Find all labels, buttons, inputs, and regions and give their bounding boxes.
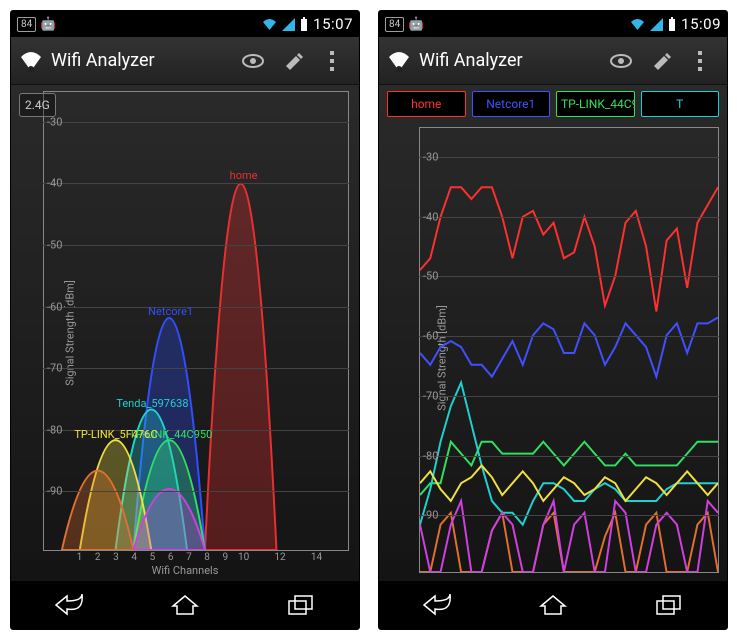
network-label: home [230, 169, 258, 182]
network-label: Tenda_597638 [116, 397, 188, 410]
status-clock: 15:09 [681, 15, 721, 33]
appbar: Wifi Analyzer [379, 37, 727, 85]
y-tick: -60 [47, 300, 62, 313]
y-tick: -70 [423, 389, 438, 402]
legend-item[interactable]: T [641, 91, 720, 117]
app-logo-icon [385, 47, 413, 75]
legend-item[interactable]: Netcore1 [472, 91, 551, 117]
battery-icon [668, 17, 676, 31]
x-tick: 9 [223, 552, 229, 563]
legend-row: homeNetcore1TP-LINK_44C950T [387, 91, 719, 117]
wifi-icon [630, 18, 645, 31]
app-title: Wifi Analyzer [419, 50, 523, 71]
x-tick: 8 [204, 552, 210, 563]
y-tick: -30 [423, 150, 438, 163]
battery-icon [300, 17, 308, 31]
y-tick: -40 [47, 177, 62, 190]
y-tick: -40 [423, 210, 438, 223]
x-tick: 7 [186, 552, 192, 563]
y-tick: -80 [47, 423, 62, 436]
network-label: Netcore1 [148, 305, 193, 318]
recent-apps-button[interactable] [629, 585, 709, 625]
x-tick: 12 [274, 552, 285, 563]
back-button[interactable] [29, 585, 109, 625]
battery-percent: 84 [385, 17, 404, 32]
chart-plot-area [419, 127, 719, 573]
chart-plot-area [43, 91, 349, 551]
back-button[interactable] [397, 585, 477, 625]
y-tick: -90 [423, 509, 438, 522]
recent-apps-button[interactable] [261, 585, 341, 625]
status-clock: 15:07 [313, 15, 353, 33]
signal-icon [650, 18, 663, 31]
appbar: Wifi Analyzer [11, 37, 359, 85]
phone-right: 84 🤖 15:09 Wifi Analyzer homeNetcore1TP-… [378, 10, 728, 630]
android-navbar [11, 581, 359, 629]
y-tick: -50 [423, 270, 438, 283]
x-tick: 10 [238, 552, 249, 563]
android-icon: 🤖 [408, 17, 424, 32]
settings-button[interactable] [641, 41, 681, 81]
y-tick: -50 [47, 239, 62, 252]
x-tick: 6 [168, 552, 174, 563]
x-axis-label: Wifi Channels [152, 564, 219, 577]
x-tick: 3 [113, 552, 119, 563]
app-logo-icon [17, 47, 45, 75]
statusbar: 84 🤖 15:09 [379, 11, 727, 37]
overflow-menu-button[interactable] [313, 41, 353, 81]
legend-item[interactable]: home [387, 91, 466, 117]
battery-percent: 84 [17, 17, 36, 32]
x-tick: 1 [77, 552, 83, 563]
x-tick: 4 [131, 552, 137, 563]
channel-graph-view: 2.4G Signal Strength [dBm] Wifi Channels… [11, 85, 359, 581]
y-tick: -70 [47, 362, 62, 375]
home-button[interactable] [145, 585, 225, 625]
app-title: Wifi Analyzer [51, 50, 155, 71]
view-button[interactable] [233, 41, 273, 81]
android-icon: 🤖 [40, 17, 56, 32]
time-graph-view: homeNetcore1TP-LINK_44C950T Signal Stren… [379, 85, 727, 581]
x-tick: 2 [95, 552, 101, 563]
settings-button[interactable] [273, 41, 313, 81]
y-tick: -80 [423, 449, 438, 462]
legend-item[interactable]: TP-LINK_44C950 [556, 91, 635, 117]
home-button[interactable] [513, 585, 593, 625]
x-tick: 5 [150, 552, 156, 563]
y-tick: -30 [47, 115, 62, 128]
android-navbar [379, 581, 727, 629]
wifi-icon [262, 18, 277, 31]
network-label: TP-LINK_5F476C [74, 428, 157, 441]
view-button[interactable] [601, 41, 641, 81]
overflow-menu-button[interactable] [681, 41, 721, 81]
x-tick: 14 [311, 552, 322, 563]
phone-left: 84 🤖 15:07 Wifi Analyzer 2.4G Signal Str… [10, 10, 360, 630]
y-tick: -90 [47, 485, 62, 498]
statusbar: 84 🤖 15:07 [11, 11, 359, 37]
y-tick: -60 [423, 330, 438, 343]
band-toggle[interactable]: 2.4G [19, 93, 56, 117]
signal-icon [282, 18, 295, 31]
